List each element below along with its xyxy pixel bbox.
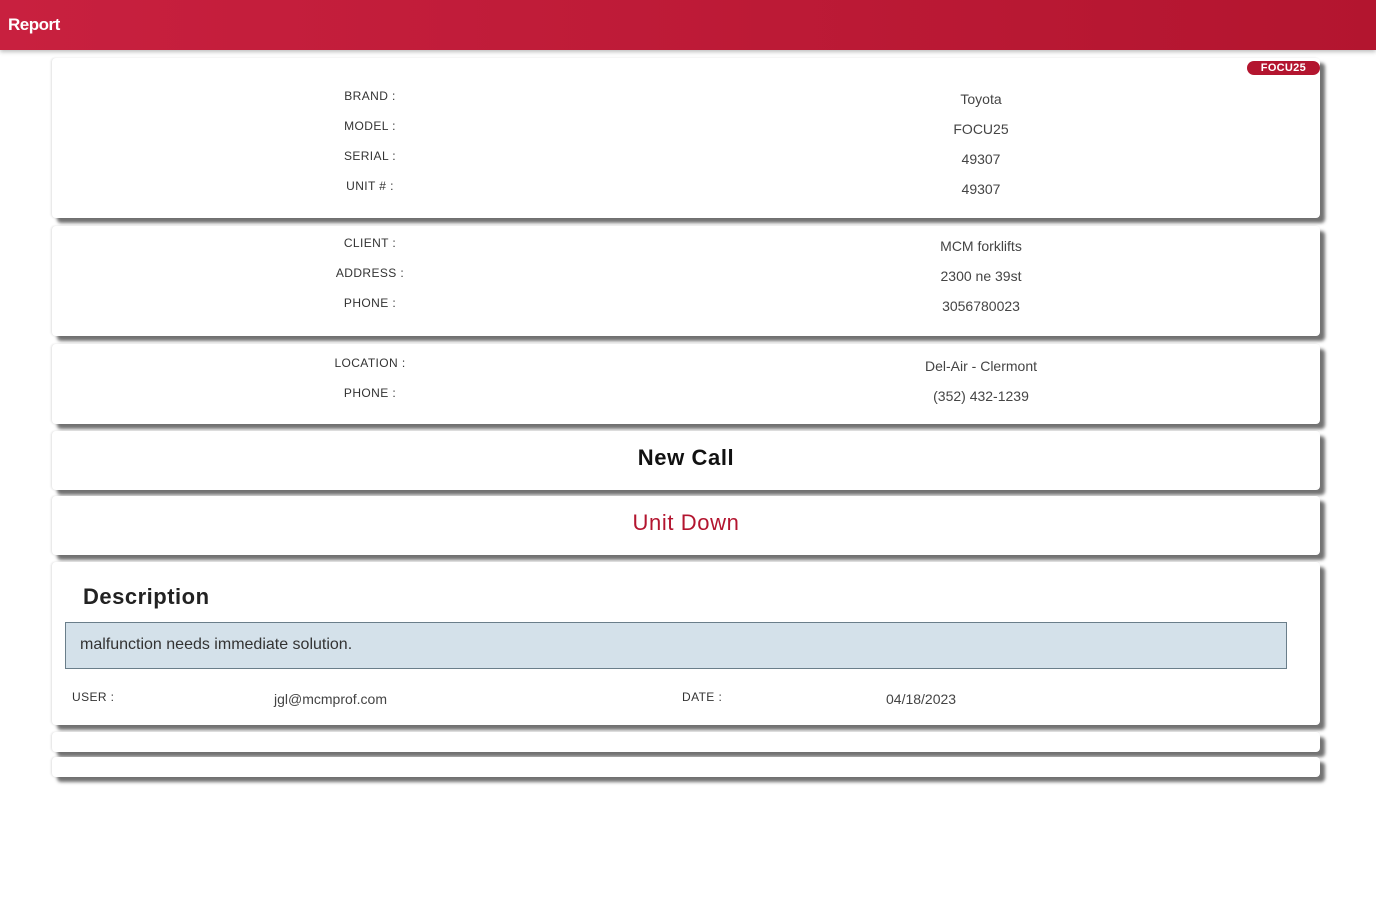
app-title: Report <box>8 15 60 34</box>
user-value: jgl@mcmprof.com <box>274 691 388 707</box>
location-info-card: LOCATION : Del-Air - Clermont PHONE : (3… <box>52 344 1320 424</box>
location-value: Del-Air - Clermont <box>924 358 1037 374</box>
client-info-card: CLIENT : MCM forklifts ADDRESS : 2300 ne… <box>52 226 1320 336</box>
serial-value: 49307 <box>961 151 1001 167</box>
client-phone-value[interactable]: 3056780023 <box>831 298 1131 314</box>
location-phone-label: PHONE : <box>343 386 397 400</box>
brand-value: Toyota <box>960 91 1002 107</box>
user-label: USER : <box>72 690 115 704</box>
call-type-card: New Call <box>52 431 1320 490</box>
model-badge: FOCU25 <box>1246 61 1320 75</box>
empty-card <box>52 757 1320 777</box>
client-label: CLIENT : <box>343 236 397 250</box>
unit-number-value: 49307 <box>961 181 1001 197</box>
call-type-title: New Call <box>637 445 735 470</box>
brand-label: BRAND : <box>344 89 396 103</box>
description-box: malfunction needs immediate solution. <box>65 622 1287 669</box>
serial-label: SERIAL : <box>343 149 397 163</box>
unit-info-card: FOCU25 BRAND : Toyota MODEL : FOCU25 SER… <box>52 58 1320 218</box>
address-label: ADDRESS : <box>335 266 405 280</box>
date-label: DATE : <box>682 690 723 704</box>
description-heading: Description <box>83 584 210 609</box>
location-phone-value[interactable]: (352) 432-1239 <box>831 388 1131 404</box>
description-card: Description malfunction needs immediate … <box>52 562 1320 725</box>
client-value: MCM forklifts <box>940 238 1022 254</box>
top-app-bar: Report <box>0 0 1376 50</box>
empty-card <box>52 732 1320 752</box>
status-title: Unit Down <box>632 510 740 535</box>
model-label: MODEL : <box>344 119 396 133</box>
address-value: 2300 ne 39st <box>940 268 1022 284</box>
unit-number-label: UNIT # : <box>346 179 394 193</box>
model-value: FOCU25 <box>953 121 1009 137</box>
status-card: Unit Down <box>52 496 1320 555</box>
client-phone-label: PHONE : <box>343 296 397 310</box>
date-value: 04/18/2023 <box>886 691 957 707</box>
description-text: malfunction needs immediate solution. <box>80 636 353 653</box>
location-label: LOCATION : <box>334 356 406 370</box>
